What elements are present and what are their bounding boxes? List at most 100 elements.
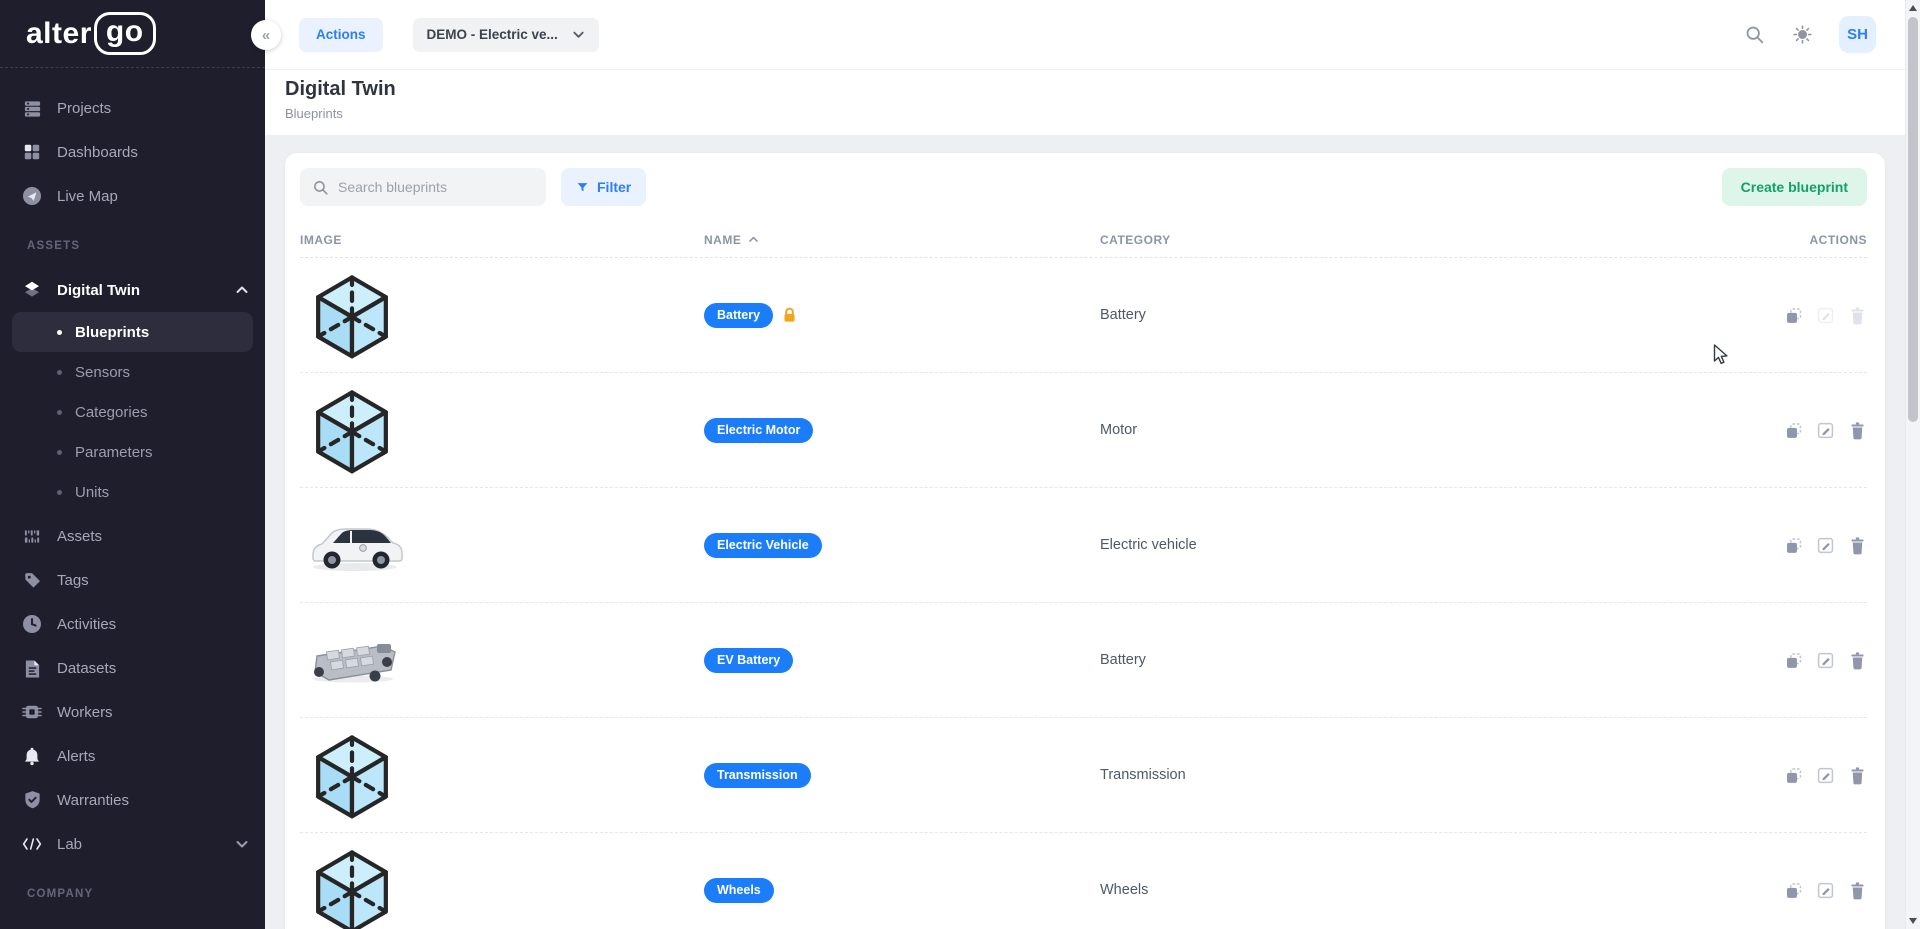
edit-button (1816, 306, 1835, 325)
sidebar-item-assets[interactable]: Assets (0, 514, 265, 558)
edit-icon (1816, 881, 1835, 900)
actions-button[interactable]: Actions (299, 18, 383, 52)
row-actions (1747, 766, 1867, 785)
search-blueprints-box (300, 168, 546, 206)
sidebar-item-units[interactable]: Units (12, 472, 253, 512)
sidebar-item-live-map[interactable]: Live Map (0, 174, 265, 218)
blueprint-image-cell (300, 268, 704, 362)
blueprint-name-badge[interactable]: Electric Vehicle (704, 533, 822, 558)
trash-icon (1849, 651, 1866, 670)
duplicate-button[interactable] (1784, 306, 1803, 325)
blueprint-name-badge[interactable]: Electric Motor (704, 418, 813, 443)
table-row: Electric MotorMotor (300, 373, 1867, 488)
scroll-up-arrow-icon[interactable] (1909, 5, 1917, 11)
duplicate-button[interactable] (1784, 766, 1803, 785)
sidebar-item-label: Workers (57, 704, 113, 721)
sidebar-item-label: Sensors (75, 364, 130, 381)
blueprint-name-badge[interactable]: Wheels (704, 878, 774, 903)
column-header-actions: ACTIONS (1747, 233, 1867, 247)
delete-button[interactable] (1848, 536, 1867, 555)
blueprint-name-cell: Electric Vehicle (704, 533, 1100, 558)
sidebar-item-alerts[interactable]: Alerts (0, 734, 265, 778)
blueprint-name-cell: EV Battery (704, 648, 1100, 673)
sidebar-nav: ProjectsDashboardsLive MapASSETSDigital … (0, 68, 265, 906)
row-actions (1747, 651, 1867, 670)
sidebar-item-categories[interactable]: Categories (12, 392, 253, 432)
sidebar-item-workers[interactable]: Workers (0, 690, 265, 734)
search-icon (312, 179, 329, 196)
sidebar-item-warranties[interactable]: Warranties (0, 778, 265, 822)
blueprints-card: Filter Create blueprint IMAGE NAME CAT (285, 153, 1885, 929)
scroll-down-arrow-icon[interactable] (1909, 918, 1917, 924)
duplicate-button[interactable] (1784, 881, 1803, 900)
sidebar-item-activities[interactable]: Activities (0, 602, 265, 646)
column-header-image[interactable]: IMAGE (300, 233, 704, 247)
blueprint-name-cell: Battery (704, 303, 1100, 328)
duplicate-button[interactable] (1784, 421, 1803, 440)
alerts-icon (22, 746, 42, 766)
ev-battery-pack-photo (305, 634, 401, 686)
sidebar-item-sensors[interactable]: Sensors (12, 352, 253, 392)
edit-button[interactable] (1816, 536, 1835, 555)
altergo-logo: altergo (26, 12, 156, 55)
row-actions (1747, 881, 1867, 900)
activities-icon (22, 614, 42, 634)
user-avatar[interactable]: SH (1839, 16, 1876, 53)
blueprint-name-badge[interactable]: EV Battery (704, 648, 793, 673)
edit-button[interactable] (1816, 651, 1835, 670)
blueprint-name-badge[interactable]: Transmission (704, 763, 811, 788)
sidebar-item-datasets[interactable]: Datasets (0, 646, 265, 690)
blueprint-category-cell: Electric vehicle (1100, 537, 1747, 553)
sidebar-item-digital-twin[interactable]: Digital Twin (0, 268, 265, 312)
sidebar-item-parameters[interactable]: Parameters (12, 432, 253, 472)
edit-icon (1816, 421, 1835, 440)
cube-blueprint-image (305, 383, 399, 477)
sidebar-item-label: Datasets (57, 660, 116, 677)
search-blueprints-input[interactable] (338, 179, 534, 195)
filter-button[interactable]: Filter (561, 168, 646, 206)
datasets-icon (22, 658, 42, 678)
project-selector-dropdown[interactable]: DEMO - Electric ve... (413, 18, 599, 52)
edit-button[interactable] (1816, 766, 1835, 785)
sidebar-item-label: Units (75, 484, 109, 501)
delete-button[interactable] (1848, 421, 1867, 440)
cube-blueprint-image (305, 728, 399, 822)
sidebar-item-projects[interactable]: Projects (0, 86, 265, 130)
chevron-down-icon (572, 28, 585, 41)
theme-toggle-sun-icon[interactable] (1791, 24, 1813, 46)
edit-icon (1816, 766, 1835, 785)
delete-button[interactable] (1848, 881, 1867, 900)
edit-button[interactable] (1816, 881, 1835, 900)
main-area: Actions DEMO - Electric ve... SH (265, 0, 1920, 929)
column-header-category[interactable]: CATEGORY (1100, 233, 1747, 247)
sidebar-item-label: Projects (57, 100, 111, 117)
sidebar-collapse-button[interactable]: « (251, 20, 281, 50)
topbar: Actions DEMO - Electric ve... SH (265, 0, 1920, 70)
duplicate-button[interactable] (1784, 651, 1803, 670)
app-root: altergo ProjectsDashboardsLive MapASSETS… (0, 0, 1920, 929)
trash-icon (1849, 421, 1866, 440)
logo-text-go: go (94, 12, 156, 55)
bullet-icon (57, 410, 62, 415)
blueprint-name-badge[interactable]: Battery (704, 303, 773, 328)
sidebar-item-label: Dashboards (57, 144, 138, 161)
table-row: EV BatteryBattery (300, 603, 1867, 718)
delete-button[interactable] (1848, 766, 1867, 785)
create-blueprint-button[interactable]: Create blueprint (1722, 168, 1867, 206)
scrollbar-thumb[interactable] (1908, 17, 1918, 422)
duplicate-button[interactable] (1784, 536, 1803, 555)
column-header-name[interactable]: NAME (704, 233, 1100, 247)
sidebar-item-tags[interactable]: Tags (0, 558, 265, 602)
sidebar-item-lab[interactable]: Lab (0, 822, 265, 866)
assets-icon (22, 526, 42, 546)
table-body: BatteryBatteryElectric MotorMotorElectri… (300, 258, 1867, 929)
edit-button[interactable] (1816, 421, 1835, 440)
vertical-scrollbar[interactable] (1905, 0, 1920, 929)
sidebar-item-blueprints[interactable]: Blueprints (12, 312, 253, 352)
delete-button[interactable] (1848, 651, 1867, 670)
sidebar-item-label: Parameters (75, 444, 153, 461)
sidebar-item-dashboards[interactable]: Dashboards (0, 130, 265, 174)
search-icon[interactable] (1743, 24, 1765, 46)
sidebar-section-company: COMPANY (0, 888, 265, 906)
bullet-icon (57, 370, 62, 375)
